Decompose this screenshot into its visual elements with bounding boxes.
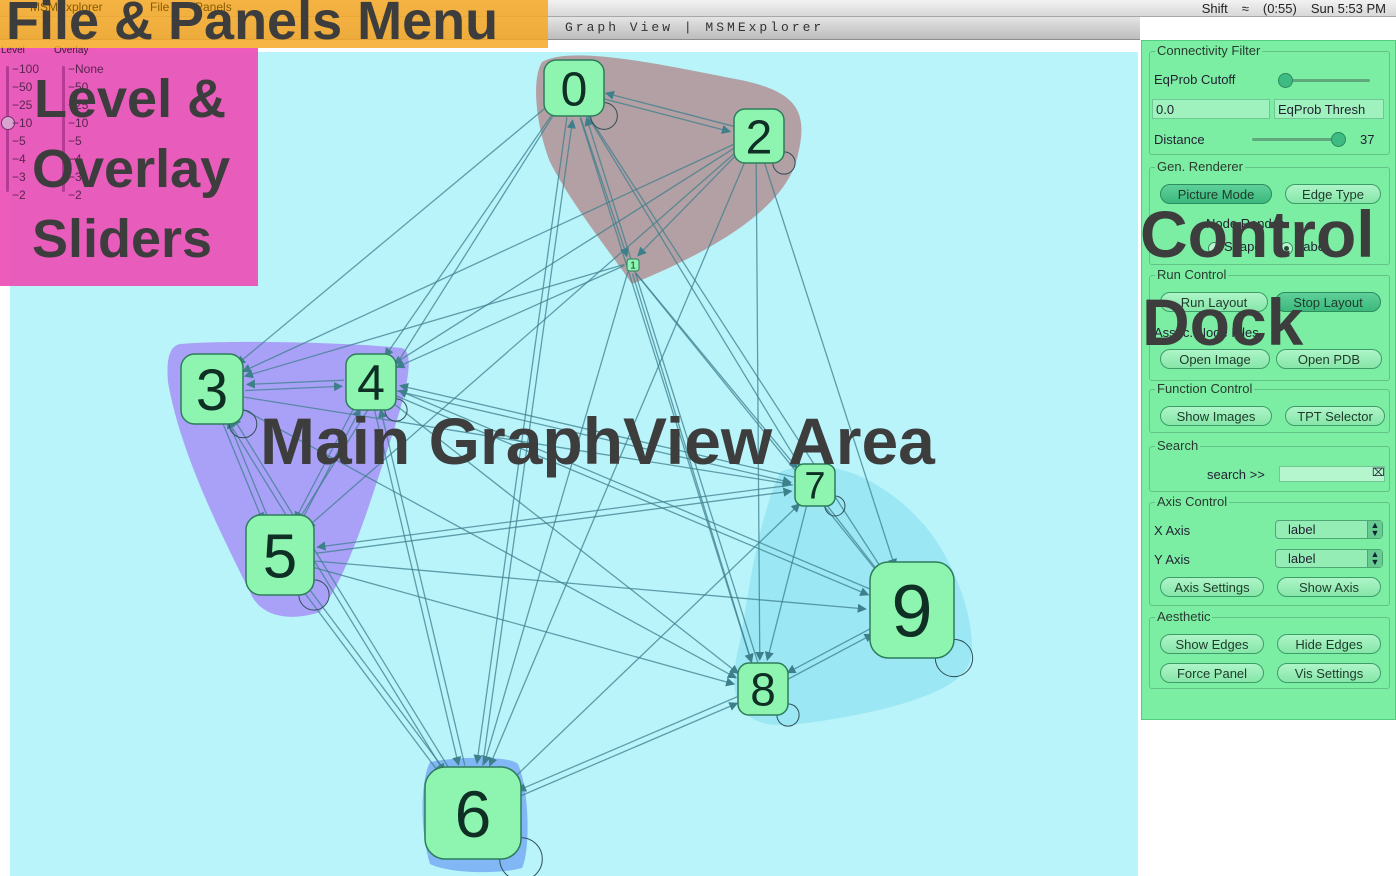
search-clear-icon[interactable]: ⌧ (1372, 466, 1385, 479)
graph-node-5[interactable]: 5 (245, 514, 315, 596)
eqprob-cutoff-label: EqProb Cutoff (1154, 72, 1236, 87)
edge-6-8 (518, 702, 739, 798)
tpt-selector-button[interactable]: TPT Selector (1285, 406, 1385, 426)
distance-value: 37 (1360, 132, 1375, 147)
graph-node-3[interactable]: 3 (180, 353, 244, 425)
graph-node-label: 5 (263, 522, 297, 591)
x-axis-stepper-icon[interactable]: ▲ ▼ (1367, 521, 1382, 538)
level-tick: −2 (12, 188, 26, 202)
y-axis-value: label (1288, 551, 1316, 566)
hide-edges-button[interactable]: Hide Edges (1277, 634, 1381, 654)
graph-node-label: 2 (746, 111, 773, 164)
graph-view-annotation: Main GraphView Area (260, 404, 935, 478)
x-axis-select[interactable]: label ▲ ▼ (1275, 520, 1383, 539)
level-overlay-sliders: Level Overlay −100 −50 −25 −10 −5 −4 −3 −2 −Non… (0, 45, 258, 286)
eqprob-cutoff-thumb[interactable] (1278, 73, 1293, 88)
edge-5-6 (298, 585, 442, 776)
edge-7-5 (316, 484, 793, 551)
battery-time: (0:55) (1262, 0, 1297, 16)
connectivity-filter-title: Connectivity Filter (1155, 43, 1263, 58)
dock-annotation-1: Control (1140, 197, 1375, 271)
graph-node-label: 3 (196, 358, 228, 423)
graph-node-label: 6 (455, 777, 492, 851)
graph-node-label: 1 (630, 261, 636, 272)
show-edges-button[interactable]: Show Edges (1160, 634, 1264, 654)
graph-node-label: 8 (750, 664, 776, 716)
distance-label: Distance (1154, 132, 1205, 147)
level-tick: −3 (12, 170, 26, 184)
dock-annotation-2: Dock (1142, 285, 1304, 359)
x-axis-label: X Axis (1154, 523, 1191, 538)
graph-node-0[interactable]: 0 (543, 59, 605, 117)
force-panel-button[interactable]: Force Panel (1160, 663, 1264, 683)
graph-node-4[interactable]: 4 (345, 353, 397, 411)
eqprob-thresh-field[interactable]: EqProb Thresh (1274, 99, 1384, 119)
edge-8-6 (516, 696, 738, 792)
menu-annotation: File & Panels Menu (6, 0, 499, 51)
shift-indicator: Shift (1201, 0, 1228, 16)
graph-node-label: 9 (891, 570, 932, 653)
aesthetic-group: Aesthetic Show Edges Hide Edges Force Pa… (1149, 609, 1390, 689)
axis-control-group: Axis Control X Axis label ▲ ▼ Y Axis labe… (1149, 494, 1390, 606)
distance-thumb[interactable] (1331, 132, 1346, 147)
window-title: Graph View | MSMExplorer (565, 20, 825, 35)
y-axis-stepper-icon[interactable]: ▲ ▼ (1367, 550, 1382, 567)
sliders-annotation-2: Overlay (32, 139, 231, 199)
level-tick: −10 (12, 116, 33, 130)
eqprob-value-field[interactable]: 0.0 (1152, 99, 1270, 119)
function-control-group: Function Control Show Images TPT Selecto… (1149, 381, 1390, 433)
edge-5-8 (313, 566, 736, 687)
search-group: Search search >> ⌧ (1149, 438, 1390, 492)
edge-1-6 (482, 271, 629, 766)
connectivity-filter-group: Connectivity Filter EqProb Cutoff 0.0 Eq… (1149, 43, 1390, 155)
level-tick: −50 (12, 80, 33, 94)
file-panels-menu: MSMExplorer File Panels File & Panels Me… (0, 0, 548, 48)
sliders-annotation-3: Sliders (32, 209, 213, 269)
wifi-icon: ≈ (1241, 0, 1249, 16)
graph-node-6[interactable]: 6 (424, 766, 522, 860)
axis-control-title: Axis Control (1155, 494, 1230, 509)
y-axis-select[interactable]: label ▲ ▼ (1275, 549, 1383, 568)
function-control-title: Function Control (1155, 381, 1255, 396)
vis-settings-button[interactable]: Vis Settings (1277, 663, 1381, 683)
edge-1-3 (243, 263, 625, 379)
show-axis-button[interactable]: Show Axis (1277, 577, 1381, 597)
graph-node-8[interactable]: 8 (737, 662, 789, 716)
show-images-button[interactable]: Show Images (1160, 406, 1272, 426)
graph-node-9[interactable]: 9 (869, 561, 955, 659)
y-axis-label: Y Axis (1154, 552, 1190, 567)
edge-0-3 (236, 104, 550, 365)
x-axis-value: label (1288, 522, 1316, 537)
search-title: Search (1155, 438, 1201, 453)
graph-node-label: 0 (561, 63, 588, 116)
graph-node-1[interactable]: 1 (626, 258, 640, 272)
sliders-annotation-1: Level & (34, 69, 227, 129)
level-tick: −25 (12, 98, 33, 112)
eqprob-cutoff-slider[interactable] (1280, 79, 1370, 82)
menubar-status: Shift ≈ (0:55) Sun 5:53 PM (1202, 0, 1386, 16)
gen-renderer-title: Gen. Renderer (1155, 159, 1245, 174)
control-dock: Connectivity Filter EqProb Cutoff 0.0 Eq… (1140, 40, 1396, 720)
search-input[interactable] (1279, 466, 1385, 482)
edge-0-4 (384, 110, 556, 358)
axis-settings-button[interactable]: Axis Settings (1160, 577, 1264, 597)
aesthetic-title: Aesthetic (1155, 609, 1213, 624)
level-tick: −5 (12, 134, 26, 148)
edge-6-5 (304, 582, 448, 774)
edge-1-4 (395, 264, 625, 369)
level-tick: −4 (12, 152, 26, 166)
clock: Sun 5:53 PM (1310, 0, 1386, 16)
graph-node-label: 4 (357, 355, 385, 411)
graph-node-2[interactable]: 2 (733, 108, 785, 164)
search-label: search >> (1207, 467, 1265, 482)
